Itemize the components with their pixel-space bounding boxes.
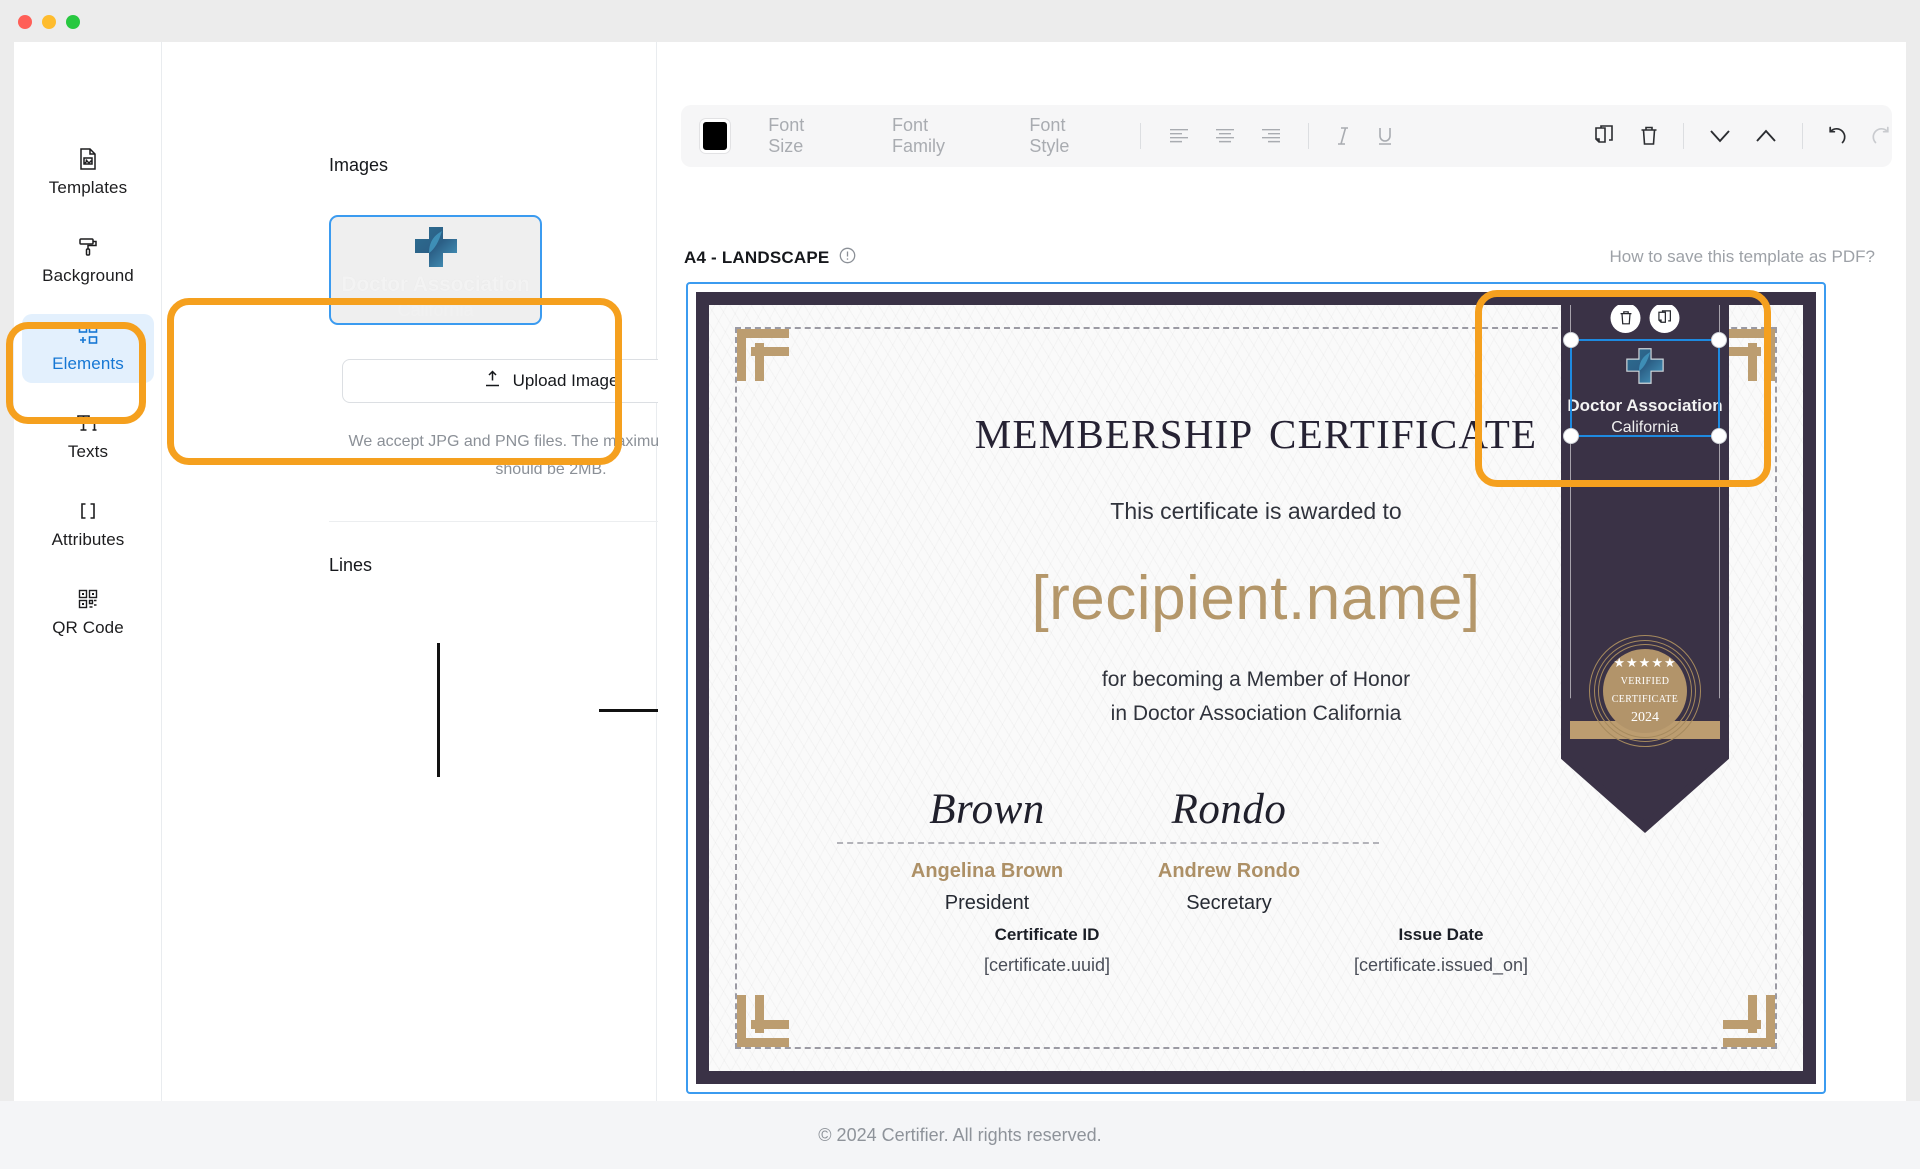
certificate-ribbon: Doctor Association California ★★★★★ Veri… bbox=[1561, 305, 1729, 833]
vertical-line-asset[interactable] bbox=[437, 643, 440, 777]
left-sidebar: Templates Background Elements Texts Attr… bbox=[14, 42, 162, 1101]
seal-stars: ★★★★★ bbox=[1613, 655, 1677, 670]
sidebar-item-label: Background bbox=[42, 266, 134, 285]
resize-handle-bottom-right[interactable] bbox=[1711, 428, 1727, 444]
trash-icon[interactable] bbox=[1639, 125, 1659, 147]
sidebar-item-elements[interactable]: Elements bbox=[22, 314, 154, 383]
seal-line-2: Certificate bbox=[1611, 691, 1679, 706]
certificate-meta-heading: Issue Date bbox=[1398, 925, 1484, 944]
chevron-down-icon[interactable] bbox=[1708, 128, 1732, 144]
verified-seal: ★★★★★ Verified Certificate 2024 bbox=[1589, 635, 1701, 747]
certificate: Membership Certificate This certificate … bbox=[696, 292, 1816, 1084]
window-minimize-button[interactable] bbox=[42, 15, 56, 29]
text-color-swatch[interactable] bbox=[700, 119, 731, 153]
sidebar-item-qr-code[interactable]: QR Code bbox=[22, 578, 154, 647]
italic-icon[interactable] bbox=[1335, 126, 1351, 146]
elements-panel: Images Doctor Association California Upl… bbox=[162, 42, 771, 1101]
sidebar-item-templates[interactable]: Templates bbox=[22, 138, 154, 207]
corner-ornament-bottom-right bbox=[1723, 995, 1775, 1047]
align-left-icon[interactable] bbox=[1168, 128, 1190, 144]
medical-cross-logo-icon bbox=[412, 225, 460, 274]
image-asset-title: Doctor Association bbox=[341, 273, 530, 296]
window-close-button[interactable] bbox=[18, 15, 32, 29]
sidebar-item-attributes[interactable]: Attributes bbox=[22, 490, 154, 559]
page-format-label: A4 - LANDSCAPE bbox=[684, 248, 830, 267]
editor-area: Font Size Font Family Font Style A4 - LA… bbox=[658, 42, 1906, 1101]
signature-rule bbox=[1079, 842, 1379, 844]
resize-handle-top-right[interactable] bbox=[1711, 332, 1727, 348]
background-roller-icon bbox=[77, 235, 99, 259]
window-title-bar bbox=[0, 0, 1920, 42]
corner-ornament-top-left bbox=[737, 329, 789, 381]
info-icon[interactable] bbox=[839, 247, 856, 269]
underline-icon[interactable] bbox=[1376, 126, 1394, 146]
sidebar-item-background[interactable]: Background bbox=[22, 226, 154, 295]
certificate-meta-value: [certificate.issued_on] bbox=[1353, 955, 1529, 975]
image-asset-subtitle: California bbox=[397, 300, 474, 320]
upload-icon bbox=[484, 369, 501, 393]
font-size-select[interactable]: Font Size bbox=[768, 115, 834, 157]
sidebar-item-label: Templates bbox=[48, 178, 128, 197]
texts-icon bbox=[76, 411, 100, 435]
images-heading: Images bbox=[329, 155, 389, 175]
signature-block[interactable]: Rondo Andrew Rondo Secretary bbox=[1079, 785, 1379, 915]
document-format-meta: A4 - LANDSCAPE bbox=[684, 247, 856, 269]
sidebar-item-label: Attributes bbox=[51, 530, 125, 549]
duplicate-icon[interactable] bbox=[1594, 125, 1615, 147]
qr-code-icon bbox=[78, 587, 98, 611]
resize-handle-top-left[interactable] bbox=[1563, 332, 1579, 348]
certificate-reason-line2: in Doctor Association California bbox=[1110, 702, 1402, 725]
sidebar-item-label: Texts bbox=[67, 442, 109, 461]
certificate-canvas-selected[interactable]: Membership Certificate This certificate … bbox=[686, 282, 1826, 1094]
corner-ornament-bottom-left bbox=[737, 995, 789, 1047]
selection-actions bbox=[1610, 305, 1680, 333]
certificate-meta-block[interactable]: Certificate ID [certificate.uuid] bbox=[897, 925, 1197, 976]
seal-year: 2024 bbox=[1631, 710, 1659, 725]
align-center-icon[interactable] bbox=[1214, 128, 1236, 144]
corner-ornament-top-right bbox=[1723, 329, 1775, 381]
footer: © 2024 Certifier. All rights reserved. bbox=[0, 1101, 1920, 1169]
selected-element-bounding-box[interactable] bbox=[1563, 305, 1727, 444]
sidebar-item-label: Elements bbox=[52, 354, 124, 373]
certificate-meta-block[interactable]: Issue Date [certificate.issued_on] bbox=[1291, 925, 1591, 976]
resize-handle-bottom-left[interactable] bbox=[1563, 428, 1579, 444]
redo-icon[interactable] bbox=[1870, 125, 1892, 147]
app-window: Templates Background Elements Texts Attr… bbox=[0, 0, 1920, 1169]
chevron-up-icon[interactable] bbox=[1754, 128, 1778, 144]
attributes-brackets-icon bbox=[77, 499, 99, 523]
sidebar-item-label: QR Code bbox=[52, 618, 124, 637]
window-maximize-button[interactable] bbox=[66, 15, 80, 29]
certificate-reason-line1: for becoming a Member of Honor bbox=[1101, 668, 1411, 691]
format-toolbar: Font Size Font Family Font Style bbox=[681, 105, 1892, 167]
delete-element-button[interactable] bbox=[1610, 305, 1641, 333]
signature-script: Rondo bbox=[1171, 786, 1287, 833]
templates-icon bbox=[78, 147, 98, 171]
certificate-meta-heading: Certificate ID bbox=[994, 925, 1100, 944]
upload-image-label: Upload Image bbox=[512, 371, 619, 390]
signature-role: Secretary bbox=[1186, 892, 1272, 914]
lines-heading: Lines bbox=[329, 555, 373, 575]
certificate-meta-value: [certificate.uuid] bbox=[983, 955, 1111, 975]
align-right-icon[interactable] bbox=[1260, 128, 1282, 144]
save-as-pdf-link[interactable]: How to save this template as PDF? bbox=[1609, 247, 1875, 267]
elements-grid-icon bbox=[77, 323, 99, 347]
signature-name: Andrew Rondo bbox=[1157, 860, 1301, 882]
undo-icon[interactable] bbox=[1826, 125, 1848, 147]
sidebar-item-texts[interactable]: Texts bbox=[22, 402, 154, 471]
app-body: Templates Background Elements Texts Attr… bbox=[14, 42, 1906, 1101]
font-style-select[interactable]: Font Style bbox=[1029, 115, 1099, 157]
duplicate-element-button[interactable] bbox=[1649, 305, 1680, 333]
image-asset-card[interactable]: Doctor Association California bbox=[329, 215, 542, 325]
seal-line-1: Verified bbox=[1620, 673, 1670, 688]
font-family-select[interactable]: Font Family bbox=[892, 115, 973, 157]
copyright-text: © 2024 Certifier. All rights reserved. bbox=[818, 1124, 1102, 1145]
